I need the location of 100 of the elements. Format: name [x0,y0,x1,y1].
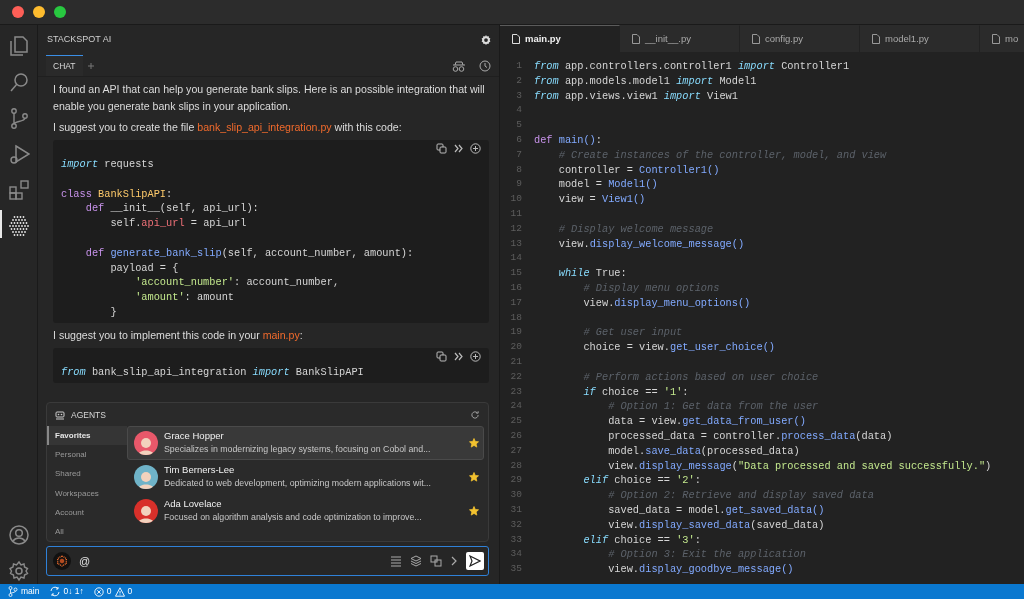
agent-item[interactable]: Grace Hopper Specializes in modernizing legacy systems, focusing on Cobol and... [127,425,484,460]
code-line: # Display welcome message [557,221,714,237]
settings-icon[interactable] [481,35,491,45]
copy-icon[interactable] [436,350,447,362]
chevrons-icon[interactable] [454,143,463,154]
list-icon[interactable] [390,555,402,567]
chevrons-icon[interactable] [454,350,463,362]
error-icon [93,586,104,597]
chat-message: I suggest you to create the file bank_slip_api_integration.py with this code: [53,120,403,135]
sync-item[interactable]: 0↓ 1↑ [49,585,84,598]
code-line: self.api_url = api_url [109,216,248,231]
files-icon[interactable] [7,34,30,57]
send-button[interactable] [466,552,484,570]
code-line: elif choice == '2': [582,473,701,489]
category-tab[interactable]: Shared [47,464,127,484]
code-line: while True: [557,266,627,281]
code-line: } [109,304,118,320]
code-line: # Option 2: Retrieve and display saved data [607,488,874,503]
file-icon [752,34,760,44]
category-tab[interactable]: All [47,522,127,542]
line-number: 21 [509,354,523,369]
file-icon [992,34,1000,44]
file-icon [872,34,880,44]
chevron-icon[interactable] [450,556,458,566]
line-number: 1 [515,59,523,73]
agent-description: Dedicated to web development, optimizing modern applications wit... [164,477,432,491]
code-line: model.save_data(processed_data) [607,443,800,459]
code-line: import requests [61,157,155,172]
line-number: 32 [509,517,523,532]
search-icon[interactable] [7,70,30,93]
editor-tab[interactable]: main.py [500,25,620,52]
branch-item[interactable]: main [8,585,40,598]
line-number: 31 [509,502,523,517]
chat-message: I suggest you to implement this code in your main.py: [53,327,304,343]
code-line: view.display_message("Data processed and saved successfully.") [607,458,992,474]
code-line: # Option 1: Get data from the user [607,399,819,415]
extensions-icon[interactable] [7,178,30,201]
sync-icon [49,586,61,597]
glasses-icon[interactable] [452,59,465,72]
warning-icon [114,586,125,597]
robot-icon [55,410,65,420]
agent-name: Tim Berners-Lee [164,463,236,478]
add-icon[interactable] [470,143,481,154]
file-link[interactable]: bank_slip_api_integration.py [197,121,332,133]
file-icon [632,34,640,44]
run-debug-icon[interactable] [7,142,30,165]
agent-item[interactable]: Tim Berners-Lee Dedicated to web development, optimizing modern applications wit... [127,459,484,494]
code-line: view = View1() [557,192,646,207]
layers-icon[interactable] [410,555,422,567]
branch-icon [8,586,18,597]
message-field[interactable]: @ [79,552,382,570]
category-tab[interactable]: Favorites [47,425,127,446]
code-line: controller = Controller1() [557,162,720,178]
star-icon[interactable] [469,505,479,516]
code-line: view.display_goodbye_message() [607,562,794,577]
agent-name: Ada Lovelace [164,497,223,512]
line-number: 11 [509,206,523,221]
minimize-button[interactable] [33,6,45,18]
code-line: def generate_bank_slip(self, account_number, amount): [84,245,415,261]
agent-item[interactable]: Ada Lovelace Focused on algorithm analysis and code optimization to improve... [127,493,484,528]
panel-title: STACKSPOT AI [47,33,112,47]
category-tab[interactable]: Workspaces [47,483,127,503]
add-icon[interactable] [470,350,481,362]
chat-input[interactable]: @ [46,546,489,576]
code-line: saved_data = model.get_saved_data() [607,502,825,518]
agent-name: Grace Hopper [164,429,225,444]
code-line: view.display_saved_data(saved_data) [607,517,825,533]
code-line: model = Model1() [557,177,658,193]
file-link[interactable]: main.py [262,328,300,341]
code-line: from app.views.view1 import View1 [534,88,738,104]
history-icon[interactable] [479,59,491,72]
code-line: # Perform actions based on user choice [582,369,819,385]
code-line: payload = { [109,260,180,276]
zoom-button[interactable] [54,6,66,18]
star-icon[interactable] [469,437,479,448]
panel-heading: AGENTS [71,409,106,422]
code-line: def __init__(self, api_url): [84,201,260,217]
code-line: class BankSlipAPI: [61,186,174,202]
code-line: elif choice == '3': [582,532,701,548]
category-tab[interactable]: Personal [47,445,127,465]
star-icon[interactable] [469,471,479,482]
code-line: data = view.get_data_from_user() [607,414,806,429]
copy-icon[interactable] [430,555,442,567]
chat-tab[interactable]: CHAT [46,54,83,77]
copy-icon[interactable] [436,143,447,154]
code-line: from bank_slip_api_integration import BankSlipAPI [61,364,365,380]
code-line: 'amount': amount [134,290,236,305]
close-button[interactable] [12,6,24,18]
code-line: from app.models.model1 import Model1 [534,73,757,89]
code-line: # Create instances of the controller, model, and view [557,147,887,163]
code-line: from app.controllers.controller1 import Controller1 [534,59,850,74]
account-icon[interactable] [7,523,30,546]
problems-item[interactable]: 0 0 [93,585,133,598]
code-line: 'account_number': account_number, [134,275,341,291]
hexagon-dots-icon[interactable] [7,214,30,237]
refresh-icon[interactable] [470,410,480,421]
code-line: if choice == '1': [582,384,689,400]
line-number: 22 [509,369,523,384]
category-tab[interactable]: Account [47,502,127,523]
code-line: # Get user input [582,325,683,341]
